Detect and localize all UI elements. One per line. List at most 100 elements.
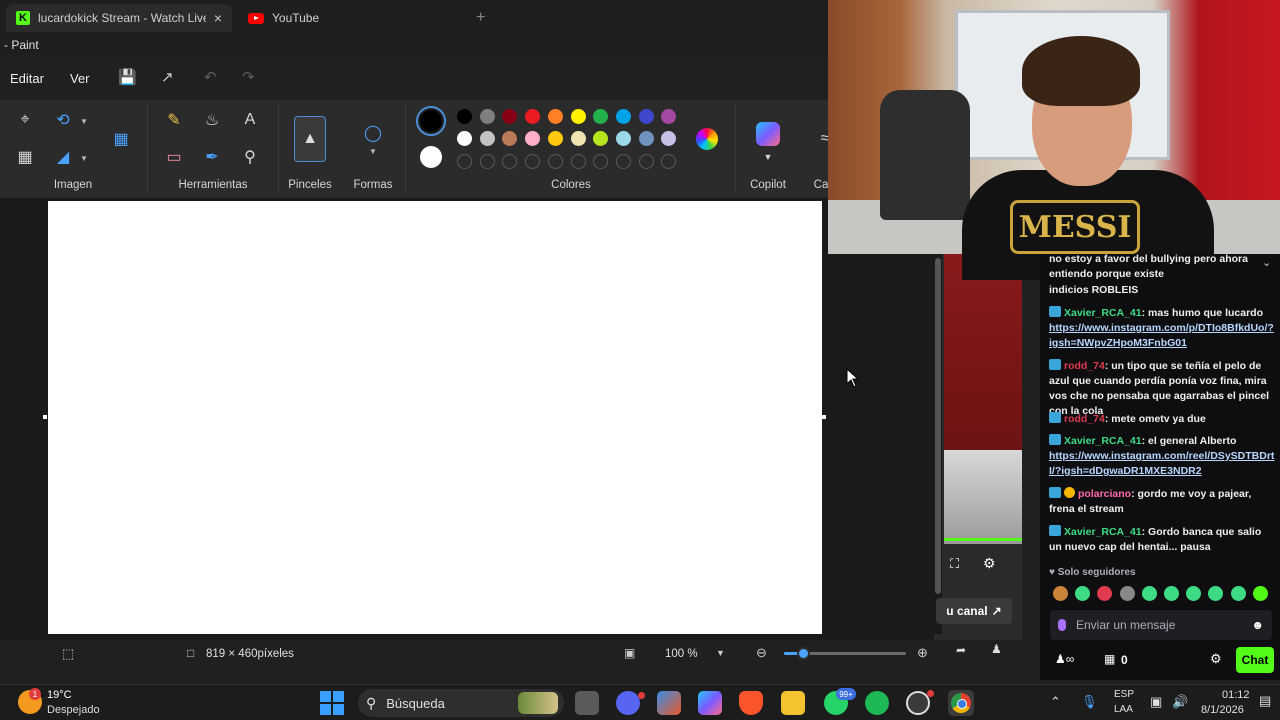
- chat-username[interactable]: Xavier_RCA_41: [1064, 307, 1142, 319]
- discord-icon[interactable]: [616, 691, 640, 715]
- chevron-down-icon[interactable]: ▼: [716, 648, 725, 658]
- custom-color-slot[interactable]: [525, 154, 541, 169]
- zoom-in-icon[interactable]: ⊕: [917, 645, 928, 661]
- chat-username[interactable]: rodd_74: [1064, 413, 1105, 425]
- copilot-icon[interactable]: [756, 122, 780, 146]
- your-channel-button[interactable]: u canal ↗: [936, 598, 1012, 624]
- chevron-down-icon[interactable]: ▼: [80, 117, 88, 126]
- share-icon[interactable]: ➦: [956, 643, 966, 657]
- chevron-down-icon[interactable]: ▼: [80, 154, 88, 163]
- language-top[interactable]: ESP: [1114, 689, 1134, 700]
- chrome-icon[interactable]: [948, 690, 974, 716]
- custom-color-slot[interactable]: [547, 154, 563, 169]
- color-swatch[interactable]: [615, 109, 631, 124]
- users-icon[interactable]: ♟∞: [1055, 652, 1074, 666]
- fill-icon[interactable]: ♨: [201, 109, 223, 131]
- color-swatch[interactable]: [570, 109, 586, 124]
- color-swatch[interactable]: [547, 109, 563, 124]
- crop-icon[interactable]: ⌖: [14, 109, 36, 131]
- color-swatch[interactable]: [457, 131, 472, 146]
- chat-username[interactable]: polarciano: [1078, 488, 1131, 500]
- emote-icon[interactable]: [1053, 586, 1068, 601]
- save-icon[interactable]: 💾: [118, 68, 137, 86]
- chat-link[interactable]: https://www.instagram.com/p/DTIo8BfkdUo/…: [1049, 321, 1275, 351]
- share-icon[interactable]: ↗: [161, 68, 174, 86]
- color2-selector[interactable]: [420, 146, 442, 168]
- gear-icon[interactable]: ⚙: [983, 555, 996, 572]
- shapes-icon[interactable]: ◯: [362, 122, 384, 144]
- file-explorer-icon[interactable]: [781, 691, 805, 715]
- snipping-tool-icon[interactable]: [657, 691, 681, 715]
- gear-icon[interactable]: ⚙: [1210, 651, 1222, 667]
- color-swatch[interactable]: [638, 109, 654, 124]
- chevron-down-icon[interactable]: ▼: [369, 147, 377, 156]
- copilot-icon[interactable]: [698, 691, 722, 715]
- fit-to-window-icon[interactable]: ▣: [624, 646, 635, 660]
- chat-input[interactable]: Enviar un mensaje ☻: [1050, 610, 1272, 640]
- color-swatch[interactable]: [525, 109, 541, 124]
- text-icon[interactable]: A: [239, 109, 261, 131]
- temperature[interactable]: 19°C: [47, 689, 72, 701]
- user-icon[interactable]: ♟: [991, 642, 1002, 656]
- gift-icon[interactable]: ▦: [1104, 652, 1115, 666]
- color-swatch[interactable]: [479, 109, 495, 124]
- custom-color-slot[interactable]: [457, 154, 472, 169]
- color-swatch[interactable]: [479, 131, 495, 146]
- emote-icon[interactable]: [1252, 586, 1268, 601]
- close-icon[interactable]: ×: [214, 10, 222, 26]
- spotify-icon[interactable]: [865, 691, 889, 715]
- volume-icon[interactable]: 🔊: [1172, 694, 1188, 710]
- clock-date[interactable]: 8/1/2026: [1201, 704, 1244, 716]
- custom-color-slot[interactable]: [638, 154, 654, 169]
- brave-icon[interactable]: [739, 691, 763, 715]
- chat-send-button[interactable]: Chat: [1236, 647, 1274, 673]
- undo-icon[interactable]: ↶: [204, 68, 217, 86]
- menu-view[interactable]: Ver: [70, 71, 90, 86]
- chat-username[interactable]: rodd_74: [1064, 360, 1105, 372]
- chat-link[interactable]: https://www.instagram.com/reel/DSySDTBDr…: [1049, 449, 1275, 479]
- notifications-icon[interactable]: ▤: [1259, 693, 1271, 709]
- chevron-up-icon[interactable]: ⌃: [1050, 694, 1061, 710]
- tab-youtube[interactable]: YouTube: [238, 4, 458, 32]
- pencil-icon[interactable]: ✎: [163, 109, 185, 131]
- color-swatch[interactable]: [547, 131, 563, 146]
- drawing-canvas[interactable]: [48, 201, 822, 634]
- taskbar-search[interactable]: ⚲ Búsqueda: [358, 689, 564, 717]
- emote-icon[interactable]: [1230, 586, 1246, 601]
- custom-color-slot[interactable]: [570, 154, 586, 169]
- color-swatch[interactable]: [638, 131, 654, 146]
- emote-icon[interactable]: [1141, 586, 1157, 601]
- clock-time[interactable]: 01:12: [1222, 689, 1250, 701]
- emote-icon[interactable]: [1119, 586, 1135, 601]
- brushes-button[interactable]: ▲: [294, 116, 326, 162]
- color-swatch[interactable]: [457, 109, 472, 124]
- flip-icon[interactable]: ◢: [52, 146, 74, 168]
- chat-username[interactable]: Xavier_RCA_41: [1064, 435, 1142, 447]
- redo-icon[interactable]: ↷: [242, 68, 255, 86]
- canvas-resize-handle[interactable]: [43, 415, 47, 419]
- color-swatch[interactable]: [525, 131, 541, 146]
- chat-username[interactable]: Xavier_RCA_41: [1064, 526, 1142, 538]
- language-bottom[interactable]: LAA: [1114, 704, 1133, 715]
- eraser-icon[interactable]: ▭: [163, 146, 185, 168]
- chevron-down-icon[interactable]: ▼: [757, 146, 779, 168]
- custom-color-slot[interactable]: [615, 154, 631, 169]
- task-view-icon[interactable]: [575, 691, 599, 715]
- color-wheel-icon[interactable]: [696, 128, 718, 150]
- color-picker-icon[interactable]: ✒: [201, 146, 223, 168]
- fullscreen-icon[interactable]: ⛶: [950, 556, 959, 572]
- network-icon[interactable]: ▣: [1150, 694, 1162, 710]
- color-swatch[interactable]: [615, 131, 631, 146]
- zoom-out-icon[interactable]: ⊖: [756, 645, 767, 661]
- select-icon[interactable]: ▦: [14, 146, 36, 168]
- resize-icon[interactable]: ▦: [110, 128, 132, 150]
- zoom-level-select[interactable]: 100 %: [665, 648, 698, 660]
- color1-selector[interactable]: [416, 106, 446, 136]
- scrollbar-thumb[interactable]: [935, 258, 941, 594]
- emoji-icon[interactable]: ☻: [1251, 618, 1264, 632]
- menu-edit[interactable]: Editar: [10, 71, 44, 86]
- canvas-resize-handle[interactable]: [822, 415, 826, 419]
- tab-kick-stream[interactable]: K lucardokick Stream - Watch Live ×: [6, 4, 232, 32]
- zoom-slider-thumb[interactable]: [797, 647, 810, 660]
- emote-icon[interactable]: [1164, 586, 1179, 601]
